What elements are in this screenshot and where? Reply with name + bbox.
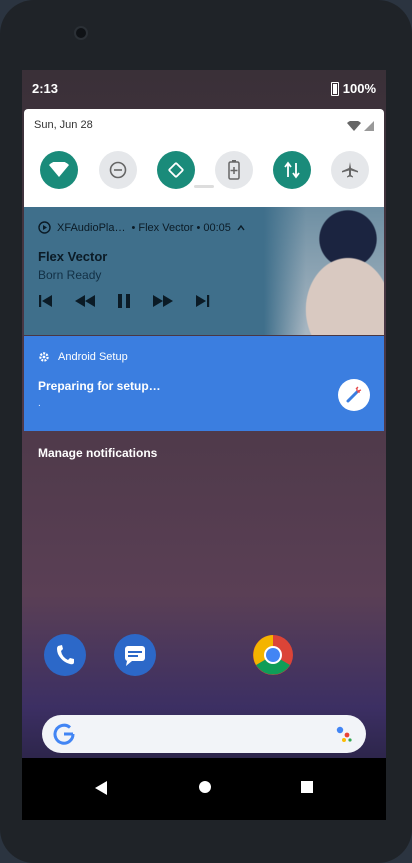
battery-saver-tile[interactable] [215, 151, 253, 189]
battery-saver-icon [228, 160, 240, 180]
pause-icon[interactable] [116, 293, 132, 309]
album-art [264, 207, 384, 335]
do-not-disturb-tile[interactable] [99, 151, 137, 189]
home-button-icon[interactable] [198, 780, 212, 794]
back-button-icon[interactable] [94, 780, 108, 796]
recents-button-icon[interactable] [300, 780, 314, 794]
chevron-up-icon[interactable] [237, 224, 245, 231]
mobile-data-icon [284, 161, 300, 179]
skip-previous-icon[interactable] [38, 294, 54, 308]
notification-header: Android Setup [38, 351, 128, 363]
setup-notification[interactable]: Android Setup Preparing for setup… . [24, 336, 384, 431]
media-header: XFAudioPla… • Flex Vector • 00:05 [38, 221, 245, 234]
wifi-tile[interactable] [40, 151, 78, 189]
wifi-icon [49, 162, 69, 177]
media-notification[interactable]: XFAudioPla… • Flex Vector • 00:05 Flex V… [24, 207, 384, 335]
battery-icon [330, 81, 339, 96]
magic-wand-button[interactable] [338, 379, 370, 411]
airplane-icon [342, 162, 358, 178]
media-controls [38, 293, 210, 309]
manage-notifications-link[interactable]: Manage notifications [38, 446, 157, 460]
skip-next-icon[interactable] [194, 294, 210, 308]
google-search-bar[interactable] [42, 715, 366, 753]
track-artist: Born Ready [38, 268, 102, 282]
navigation-bar [22, 758, 386, 820]
date-label: Sun, Jun 28 [34, 119, 93, 131]
battery-percent: 100% [342, 81, 376, 96]
auto-rotate-icon [168, 162, 184, 178]
media-app-name: XFAudioPla… [57, 221, 126, 234]
drag-handle[interactable] [194, 185, 214, 188]
clock: 2:13 [32, 81, 59, 96]
play-circle-icon [38, 221, 51, 234]
magic-wand-icon [346, 386, 362, 403]
track-title: Flex Vector [38, 249, 108, 264]
gear-icon [39, 352, 49, 362]
signal-indicators [347, 121, 374, 132]
chrome-app-icon[interactable] [252, 634, 294, 676]
fast-forward-icon[interactable] [152, 294, 174, 308]
assistant-icon[interactable] [334, 724, 354, 744]
front-camera [76, 28, 86, 38]
airplane-mode-tile[interactable] [331, 151, 369, 189]
auto-rotate-tile[interactable] [157, 151, 195, 189]
notification-text: Preparing for setup… [38, 379, 161, 393]
phone-frame: 2:13 100% Sun, Jun 28 XFAudioPla… • Flex… [0, 0, 412, 863]
notification-app-name: Android Setup [58, 351, 128, 363]
notification-detail: . [38, 398, 41, 409]
wifi-status-icon [347, 121, 361, 131]
mobile-data-tile[interactable] [273, 151, 311, 189]
battery-indicator: 100% [330, 81, 376, 96]
phone-app-icon[interactable] [44, 634, 86, 676]
cell-signal-icon [364, 121, 374, 131]
home-dock [22, 624, 386, 704]
rewind-icon[interactable] [74, 294, 96, 308]
media-meta: • Flex Vector • 00:05 [131, 221, 231, 234]
screen: 2:13 100% Sun, Jun 28 XFAudioPla… • Flex… [22, 70, 386, 820]
do-not-disturb-icon [109, 161, 127, 179]
messages-app-icon[interactable] [114, 634, 156, 676]
status-bar: 2:13 100% [22, 70, 386, 108]
google-icon [53, 723, 75, 745]
